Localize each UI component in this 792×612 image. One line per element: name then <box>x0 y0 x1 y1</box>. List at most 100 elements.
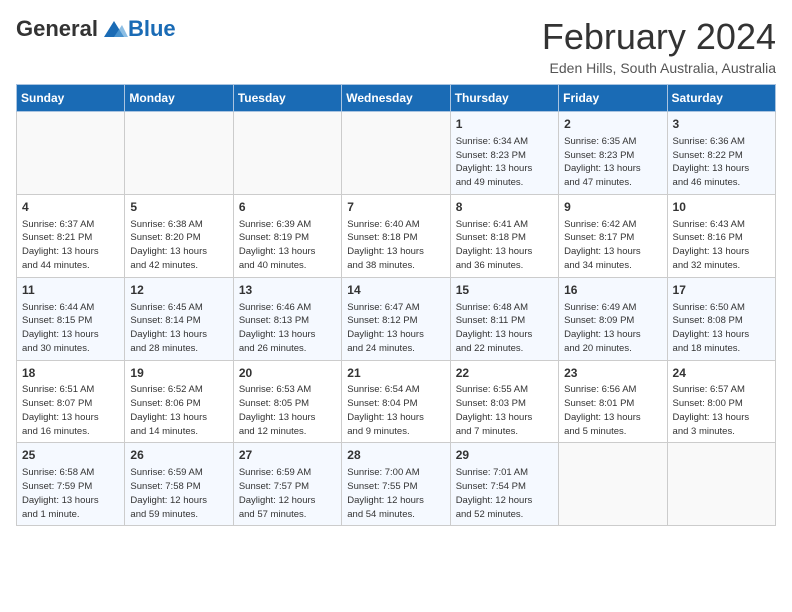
calendar-cell: 20Sunrise: 6:53 AM Sunset: 8:05 PM Dayli… <box>233 360 341 443</box>
calendar-cell: 25Sunrise: 6:58 AM Sunset: 7:59 PM Dayli… <box>17 443 125 526</box>
day-number: 26 <box>130 447 227 464</box>
day-info: Sunrise: 6:38 AM Sunset: 8:20 PM Dayligh… <box>130 218 227 273</box>
day-info: Sunrise: 6:35 AM Sunset: 8:23 PM Dayligh… <box>564 135 661 190</box>
day-number: 13 <box>239 282 336 299</box>
day-info: Sunrise: 7:00 AM Sunset: 7:55 PM Dayligh… <box>347 466 444 521</box>
logo-general-text: General <box>16 16 98 42</box>
calendar-cell: 18Sunrise: 6:51 AM Sunset: 8:07 PM Dayli… <box>17 360 125 443</box>
calendar-cell: 22Sunrise: 6:55 AM Sunset: 8:03 PM Dayli… <box>450 360 558 443</box>
weekday-header-saturday: Saturday <box>667 85 775 112</box>
day-number: 25 <box>22 447 119 464</box>
day-number: 28 <box>347 447 444 464</box>
day-number: 8 <box>456 199 553 216</box>
day-info: Sunrise: 6:57 AM Sunset: 8:00 PM Dayligh… <box>673 383 770 438</box>
day-number: 29 <box>456 447 553 464</box>
day-info: Sunrise: 6:36 AM Sunset: 8:22 PM Dayligh… <box>673 135 770 190</box>
day-info: Sunrise: 6:44 AM Sunset: 8:15 PM Dayligh… <box>22 301 119 356</box>
day-number: 24 <box>673 365 770 382</box>
day-info: Sunrise: 6:59 AM Sunset: 7:57 PM Dayligh… <box>239 466 336 521</box>
calendar-cell: 5 Sunrise: 6:38 AM Sunset: 8:20 PM Daylig… <box>125 194 233 277</box>
calendar-cell: 1 Sunrise: 6:34 AM Sunset: 8:23 PM Daylig… <box>450 112 558 195</box>
day-number: 19 <box>130 365 227 382</box>
location-text: Eden Hills, South Australia, Australia <box>542 60 776 76</box>
calendar-cell <box>233 112 341 195</box>
calendar-cell: 28 Sunrise: 7:00 AM Sunset: 7:55 PM Dayli… <box>342 443 450 526</box>
day-info: Sunrise: 6:39 AM Sunset: 8:19 PM Dayligh… <box>239 218 336 273</box>
title-block: February 2024 Eden Hills, South Australi… <box>542 16 776 76</box>
weekday-header-tuesday: Tuesday <box>233 85 341 112</box>
day-number: 16 <box>564 282 661 299</box>
calendar-cell: 29 Sunrise: 7:01 AM Sunset: 7:54 PM Dayli… <box>450 443 558 526</box>
calendar-cell: 9 Sunrise: 6:42 AM Sunset: 8:17 PM Daylig… <box>559 194 667 277</box>
logo-icon <box>100 19 128 39</box>
calendar-cell: 16Sunrise: 6:49 AM Sunset: 8:09 PM Dayli… <box>559 277 667 360</box>
calendar-cell: 12 Sunrise: 6:45 AM Sunset: 8:14 PM Dayli… <box>125 277 233 360</box>
weekday-header-friday: Friday <box>559 85 667 112</box>
calendar-cell <box>125 112 233 195</box>
day-info: Sunrise: 7:01 AM Sunset: 7:54 PM Dayligh… <box>456 466 553 521</box>
calendar-cell: 7 Sunrise: 6:40 AM Sunset: 8:18 PM Daylig… <box>342 194 450 277</box>
day-info: Sunrise: 6:46 AM Sunset: 8:13 PM Dayligh… <box>239 301 336 356</box>
day-number: 9 <box>564 199 661 216</box>
day-number: 7 <box>347 199 444 216</box>
calendar-week-row: 4 Sunrise: 6:37 AM Sunset: 8:21 PM Daylig… <box>17 194 776 277</box>
page-header: General Blue February 2024 Eden Hills, S… <box>16 16 776 76</box>
day-number: 11 <box>22 282 119 299</box>
day-number: 5 <box>130 199 227 216</box>
day-info: Sunrise: 6:34 AM Sunset: 8:23 PM Dayligh… <box>456 135 553 190</box>
day-number: 20 <box>239 365 336 382</box>
calendar-cell: 26 Sunrise: 6:59 AM Sunset: 7:58 PM Dayli… <box>125 443 233 526</box>
day-info: Sunrise: 6:48 AM Sunset: 8:11 PM Dayligh… <box>456 301 553 356</box>
calendar-cell: 21Sunrise: 6:54 AM Sunset: 8:04 PM Dayli… <box>342 360 450 443</box>
calendar-table: SundayMondayTuesdayWednesdayThursdayFrid… <box>16 84 776 526</box>
calendar-cell: 8Sunrise: 6:41 AM Sunset: 8:18 PM Daylig… <box>450 194 558 277</box>
weekday-header-thursday: Thursday <box>450 85 558 112</box>
weekday-header-row: SundayMondayTuesdayWednesdayThursdayFrid… <box>17 85 776 112</box>
day-number: 12 <box>130 282 227 299</box>
day-info: Sunrise: 6:56 AM Sunset: 8:01 PM Dayligh… <box>564 383 661 438</box>
day-info: Sunrise: 6:43 AM Sunset: 8:16 PM Dayligh… <box>673 218 770 273</box>
day-info: Sunrise: 6:53 AM Sunset: 8:05 PM Dayligh… <box>239 383 336 438</box>
day-number: 14 <box>347 282 444 299</box>
calendar-cell <box>559 443 667 526</box>
calendar-cell: 11 Sunrise: 6:44 AM Sunset: 8:15 PM Dayli… <box>17 277 125 360</box>
day-number: 6 <box>239 199 336 216</box>
calendar-cell: 6 Sunrise: 6:39 AM Sunset: 8:19 PM Daylig… <box>233 194 341 277</box>
calendar-cell: 23Sunrise: 6:56 AM Sunset: 8:01 PM Dayli… <box>559 360 667 443</box>
calendar-cell: 27Sunrise: 6:59 AM Sunset: 7:57 PM Dayli… <box>233 443 341 526</box>
day-number: 22 <box>456 365 553 382</box>
day-number: 15 <box>456 282 553 299</box>
calendar-cell: 13 Sunrise: 6:46 AM Sunset: 8:13 PM Dayli… <box>233 277 341 360</box>
month-title: February 2024 <box>542 16 776 58</box>
calendar-cell: 3 Sunrise: 6:36 AM Sunset: 8:22 PM Daylig… <box>667 112 775 195</box>
day-number: 18 <box>22 365 119 382</box>
day-number: 3 <box>673 116 770 133</box>
day-info: Sunrise: 6:37 AM Sunset: 8:21 PM Dayligh… <box>22 218 119 273</box>
day-number: 1 <box>456 116 553 133</box>
day-info: Sunrise: 6:47 AM Sunset: 8:12 PM Dayligh… <box>347 301 444 356</box>
day-info: Sunrise: 6:40 AM Sunset: 8:18 PM Dayligh… <box>347 218 444 273</box>
calendar-week-row: 1 Sunrise: 6:34 AM Sunset: 8:23 PM Daylig… <box>17 112 776 195</box>
day-number: 4 <box>22 199 119 216</box>
calendar-cell: 17Sunrise: 6:50 AM Sunset: 8:08 PM Dayli… <box>667 277 775 360</box>
weekday-header-sunday: Sunday <box>17 85 125 112</box>
day-info: Sunrise: 6:45 AM Sunset: 8:14 PM Dayligh… <box>130 301 227 356</box>
weekday-header-wednesday: Wednesday <box>342 85 450 112</box>
day-number: 21 <box>347 365 444 382</box>
calendar-week-row: 11 Sunrise: 6:44 AM Sunset: 8:15 PM Dayli… <box>17 277 776 360</box>
calendar-cell: 24Sunrise: 6:57 AM Sunset: 8:00 PM Dayli… <box>667 360 775 443</box>
calendar-week-row: 18Sunrise: 6:51 AM Sunset: 8:07 PM Dayli… <box>17 360 776 443</box>
calendar-cell: 4 Sunrise: 6:37 AM Sunset: 8:21 PM Daylig… <box>17 194 125 277</box>
day-info: Sunrise: 6:52 AM Sunset: 8:06 PM Dayligh… <box>130 383 227 438</box>
day-number: 23 <box>564 365 661 382</box>
calendar-cell: 19Sunrise: 6:52 AM Sunset: 8:06 PM Dayli… <box>125 360 233 443</box>
calendar-cell: 14 Sunrise: 6:47 AM Sunset: 8:12 PM Dayli… <box>342 277 450 360</box>
day-number: 10 <box>673 199 770 216</box>
day-info: Sunrise: 6:59 AM Sunset: 7:58 PM Dayligh… <box>130 466 227 521</box>
day-info: Sunrise: 6:54 AM Sunset: 8:04 PM Dayligh… <box>347 383 444 438</box>
day-info: Sunrise: 6:42 AM Sunset: 8:17 PM Dayligh… <box>564 218 661 273</box>
day-number: 2 <box>564 116 661 133</box>
day-number: 17 <box>673 282 770 299</box>
calendar-cell: 15 Sunrise: 6:48 AM Sunset: 8:11 PM Dayli… <box>450 277 558 360</box>
day-info: Sunrise: 6:55 AM Sunset: 8:03 PM Dayligh… <box>456 383 553 438</box>
